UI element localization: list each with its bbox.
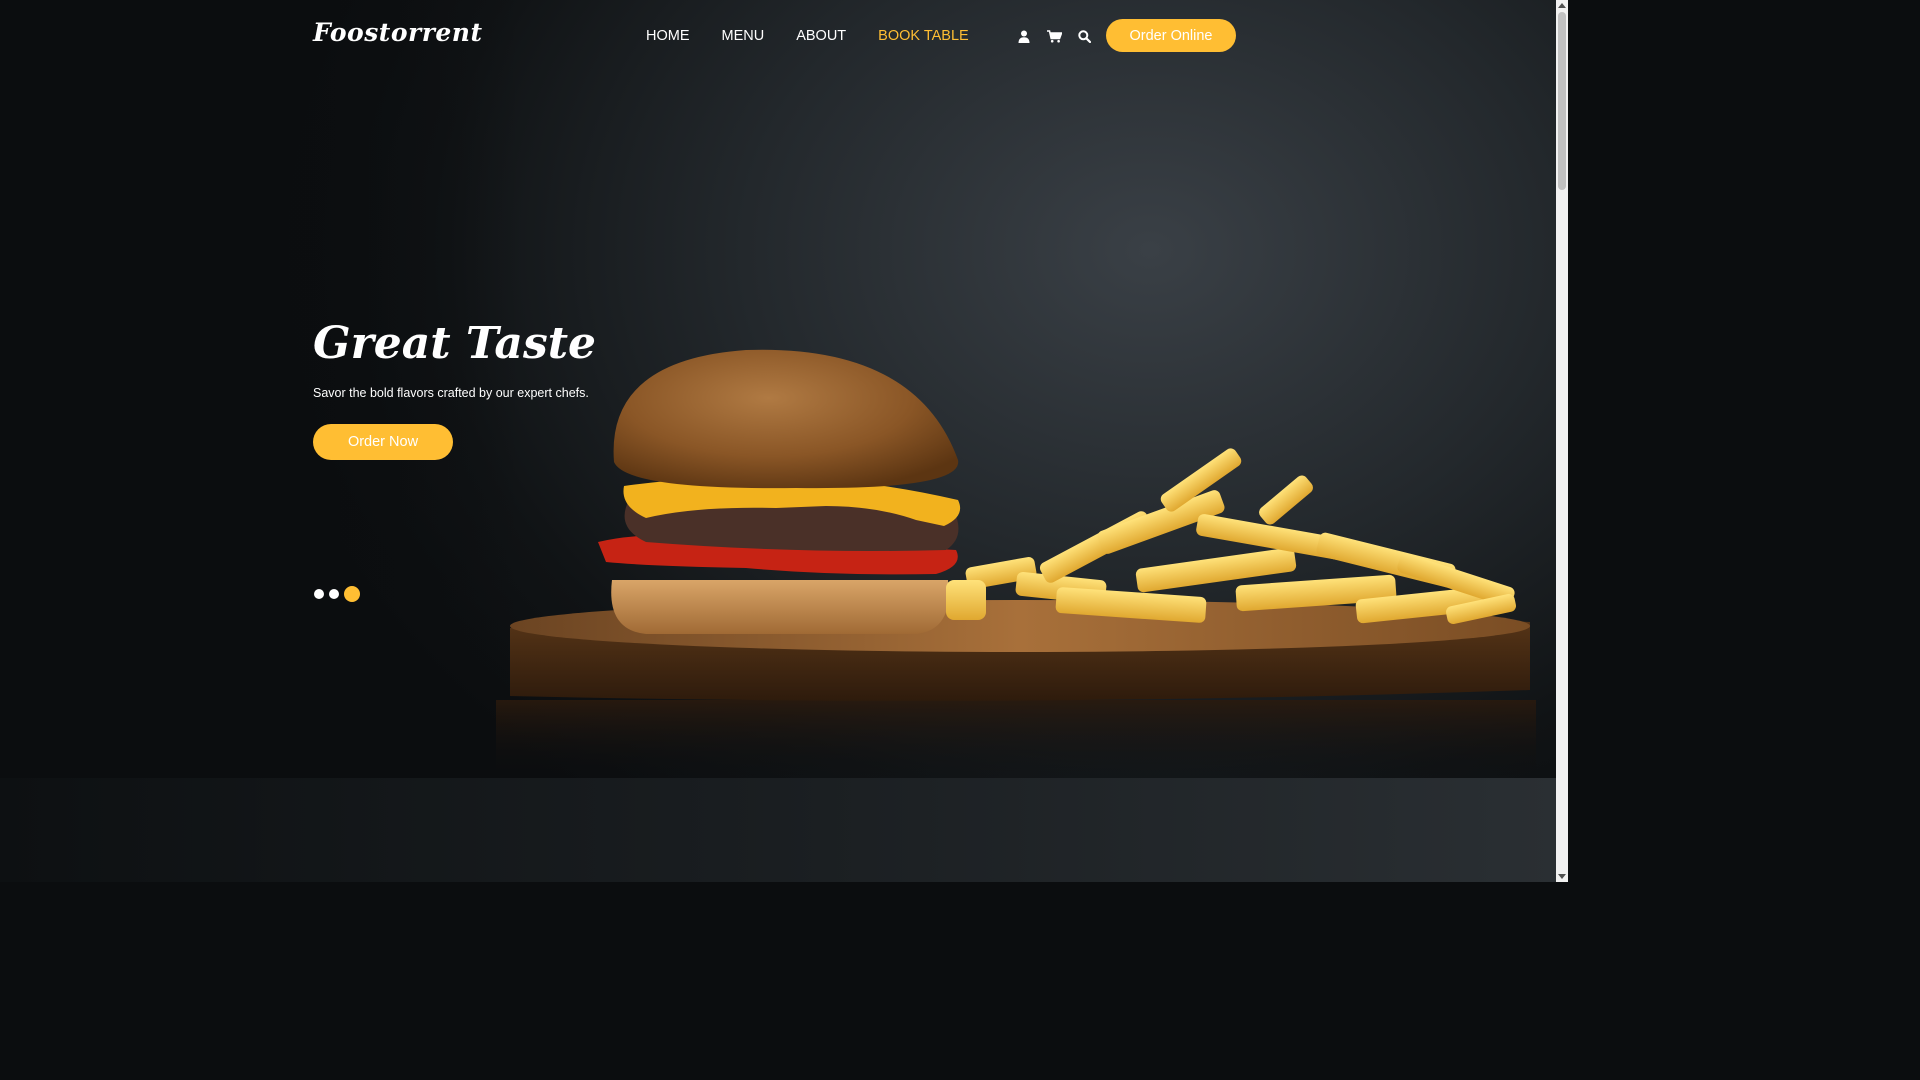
site-header: Foostorrent HOME MENU ABOUT BOOK TABLE O… <box>0 0 1556 72</box>
hero-subtitle: Savor the bold flavors crafted by our ex… <box>313 386 589 400</box>
scroll-down-arrow-icon[interactable] <box>1558 874 1566 879</box>
nav-item-about[interactable]: ABOUT <box>780 26 862 46</box>
cart-icon[interactable] <box>1046 24 1062 48</box>
scroll-thumb[interactable] <box>1558 12 1566 190</box>
carousel-dot-active[interactable] <box>344 586 360 602</box>
carousel-indicators <box>314 586 360 602</box>
user-options <box>1016 24 1092 48</box>
carousel-dot[interactable] <box>314 589 324 599</box>
user-icon[interactable] <box>1016 24 1032 48</box>
site-logo[interactable]: Foostorrent <box>313 18 483 47</box>
main-nav: HOME MENU ABOUT BOOK TABLE <box>630 26 985 46</box>
carousel-dot[interactable] <box>329 589 339 599</box>
scroll-up-arrow-icon[interactable] <box>1558 3 1566 8</box>
hero-title: Great Taste <box>313 318 597 369</box>
nav-item-home[interactable]: HOME <box>630 26 706 46</box>
lower-section-band <box>0 778 1556 882</box>
nav-item-menu[interactable]: MENU <box>706 26 781 46</box>
order-online-button[interactable]: Order Online <box>1106 19 1236 52</box>
search-icon[interactable] <box>1076 24 1092 48</box>
page-scrollbar[interactable] <box>1556 0 1568 882</box>
order-now-button[interactable]: Order Now <box>313 424 453 460</box>
hero-food-image <box>496 349 1536 778</box>
nav-item-book-table[interactable]: BOOK TABLE <box>862 26 985 46</box>
page: Foostorrent HOME MENU ABOUT BOOK TABLE O… <box>0 0 1568 882</box>
